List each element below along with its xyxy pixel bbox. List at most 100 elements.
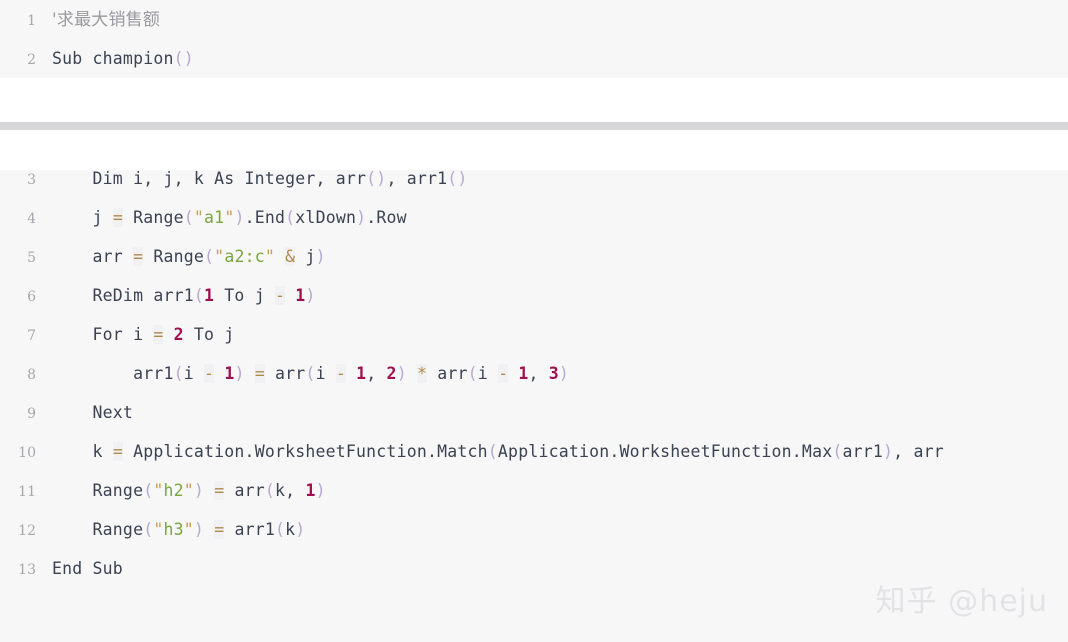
line-number: 10 <box>18 445 36 461</box>
code-token-plain: .Row <box>366 208 407 227</box>
code-token-punct: ) <box>558 364 570 383</box>
code-text[interactable]: j = Range("a1").End(xlDown).Row <box>36 198 407 237</box>
code-token-num: 1 <box>224 364 235 383</box>
code-text[interactable]: '求最大销售额 <box>36 0 160 40</box>
code-text[interactable]: End Sub <box>36 549 123 588</box>
code-token-quote: " <box>183 520 194 539</box>
code-token-op: - <box>204 364 215 383</box>
code-token-plain: To j <box>183 325 235 344</box>
code-text[interactable]: Range("h3") = arr1(k) <box>36 510 305 549</box>
code-token-punct: () <box>447 170 468 188</box>
code-token-plain: i <box>183 364 205 383</box>
code-token-punct: ) <box>305 286 316 305</box>
section-separator-bar <box>0 122 1068 130</box>
code-token-op: = <box>112 442 123 461</box>
code-token-plain: k <box>285 520 296 539</box>
code-token-op: - <box>274 286 286 305</box>
code-token-quote: " <box>153 481 164 500</box>
code-token-num: 1 <box>295 286 306 305</box>
code-token-num: 1 <box>305 481 316 500</box>
code-line: 10 k = Application.WorksheetFunction.Mat… <box>0 432 1068 471</box>
code-token-plain: k <box>52 442 113 461</box>
code-token-num: 3 <box>548 364 559 383</box>
code-text[interactable]: For i = 2 To j <box>36 315 234 354</box>
code-token-op: - <box>498 364 509 383</box>
code-token-num: 2 <box>386 364 397 383</box>
code-token-comment: '求最大销售额 <box>52 10 161 30</box>
code-token-op: = <box>112 208 123 227</box>
code-token-punct: ) <box>193 520 205 539</box>
code-token-op: = <box>214 481 225 500</box>
code-text[interactable]: ReDim arr1(1 To j - 1) <box>36 276 316 315</box>
code-token-quote: " <box>264 247 275 266</box>
code-token-plain: arr <box>52 247 134 266</box>
code-token-plain: , <box>366 364 387 383</box>
code-token-punct: ( <box>305 364 316 383</box>
code-token-plain: i <box>315 364 336 383</box>
code-token-plain: j <box>52 208 113 227</box>
code-text[interactable]: k = Application.WorksheetFunction.Match(… <box>36 432 944 471</box>
code-text[interactable]: Sub champion() <box>36 39 194 78</box>
code-line: 2 Sub champion() <box>0 39 1068 78</box>
code-line: 5 arr = Range("a2:c" & j) <box>0 237 1068 276</box>
code-text[interactable]: Next <box>36 393 133 432</box>
line-number: 3 <box>27 172 36 188</box>
code-token-plain: k, <box>275 481 306 500</box>
line-number: 8 <box>27 367 36 383</box>
code-token-quote: " <box>193 208 205 227</box>
code-token-num: 2 <box>173 325 184 344</box>
code-text[interactable]: Range("h2") = arr(k, 1) <box>36 471 326 510</box>
code-line: 1 '求最大销售额 <box>0 0 1068 39</box>
code-token-plain: xlDown <box>295 208 357 227</box>
code-token-punct: ( <box>204 247 215 266</box>
block-gap-upper <box>0 78 1068 122</box>
code-token-plain: Range <box>52 520 144 539</box>
code-token-punct: ) <box>193 481 205 500</box>
code-token-plain: arr1 <box>52 364 174 383</box>
code-token-punct: ) <box>234 208 245 227</box>
code-token-punct: ( <box>467 364 478 383</box>
code-token-punct: ) <box>315 481 326 500</box>
code-token-punct: ( <box>183 208 194 227</box>
code-token-punct: ( <box>143 481 154 500</box>
code-token-op: - <box>335 364 346 383</box>
code-token-punct: ) <box>234 364 245 383</box>
code-token-plain: Dim i, j, k As Integer, arr <box>52 170 367 188</box>
code-token-punct: ) <box>356 208 367 227</box>
code-line: 3 Dim i, j, k As Integer, arr(), arr1() <box>0 170 1068 198</box>
code-token-num: 1 <box>356 364 367 383</box>
code-text[interactable]: arr1(i - 1) = arr(i - 1, 2) * arr(i - 1,… <box>36 354 569 393</box>
code-token-punct: ( <box>487 442 498 461</box>
code-token-op: = <box>133 247 144 266</box>
line-number: 13 <box>18 562 36 578</box>
code-text[interactable]: arr = Range("a2:c" & j) <box>36 237 326 276</box>
code-token-plain: arr1 <box>842 442 884 461</box>
code-token-string: h3 <box>163 520 184 539</box>
code-screenshot-page: 1'求最大销售额2Sub champion() Sub champion() 3… <box>0 0 1068 642</box>
code-token-plain: arr <box>264 364 306 383</box>
code-text[interactable]: Dim i, j, k As Integer, arr(), arr1() <box>36 170 468 198</box>
code-token-plain: Range <box>52 481 144 500</box>
code-token-plain: ReDim arr1 <box>52 286 194 305</box>
code-line: 4 j = Range("a1").End(xlDown).Row <box>0 198 1068 237</box>
code-token-punct: ( <box>173 364 184 383</box>
line-number: 11 <box>18 484 36 500</box>
block-gap-lower <box>0 130 1068 170</box>
code-token-punct: ( <box>264 481 276 500</box>
code-token-punct: ) <box>315 247 326 266</box>
code-token-plain: arr <box>224 481 265 500</box>
code-token-punct: ( <box>193 286 205 305</box>
line-number: 1 <box>27 13 36 29</box>
code-token-string: h2 <box>163 481 184 500</box>
code-token-punct: ) <box>883 442 894 461</box>
code-token-plain: i <box>477 364 499 383</box>
code-block-main: Sub champion() 3 Dim i, j, k As Integer,… <box>0 170 1068 642</box>
code-token-punct: ( <box>143 520 154 539</box>
